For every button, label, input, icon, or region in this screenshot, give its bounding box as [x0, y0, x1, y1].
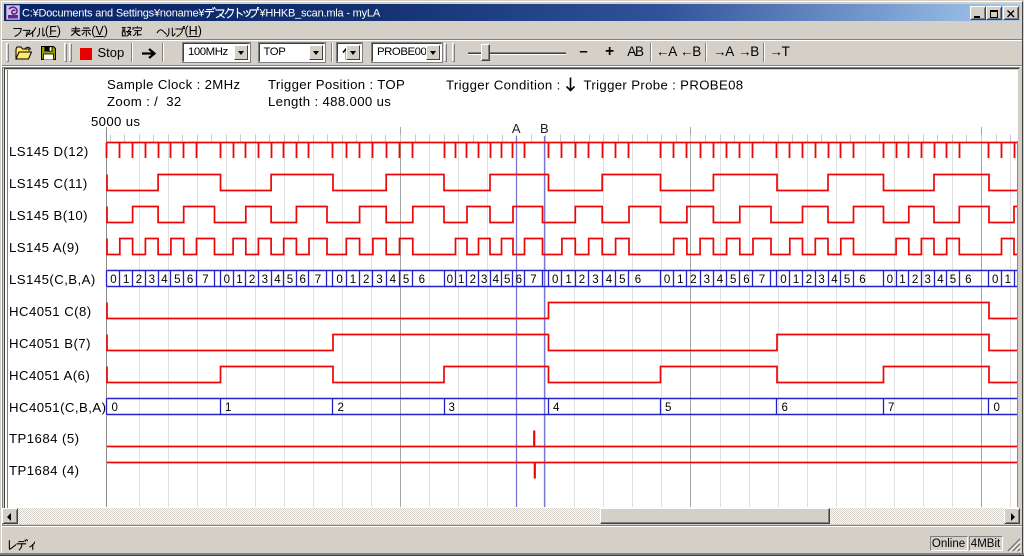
svg-text:0: 0	[992, 274, 998, 286]
svg-text:2: 2	[690, 274, 696, 286]
svg-text:0: 0	[112, 402, 118, 414]
svg-text:3: 3	[704, 274, 710, 286]
svg-text:1: 1	[565, 274, 571, 286]
svg-text:4: 4	[606, 274, 613, 286]
svg-text:2: 2	[249, 274, 255, 286]
svg-text:2: 2	[912, 274, 918, 286]
svg-text:1: 1	[793, 274, 799, 286]
svg-text:6: 6	[635, 274, 641, 286]
svg-text:5: 5	[619, 274, 625, 286]
svg-text:4: 4	[274, 274, 281, 286]
svg-text:2: 2	[136, 274, 142, 286]
svg-text:5: 5	[287, 274, 293, 286]
svg-text:0: 0	[224, 274, 230, 286]
svg-text:4: 4	[553, 402, 560, 414]
svg-text:0: 0	[994, 402, 1000, 414]
svg-text:A: A	[512, 121, 521, 136]
svg-text:1: 1	[236, 274, 242, 286]
svg-text:2: 2	[470, 274, 476, 286]
svg-text:5: 5	[665, 402, 671, 414]
svg-text:1: 1	[458, 274, 464, 286]
svg-text:4: 4	[937, 274, 944, 286]
svg-text:B: B	[540, 121, 549, 136]
svg-text:0: 0	[447, 274, 453, 286]
svg-text:3: 3	[262, 274, 268, 286]
svg-text:1: 1	[899, 274, 905, 286]
svg-text:4: 4	[831, 274, 838, 286]
svg-text:6: 6	[743, 274, 749, 286]
svg-text:2: 2	[806, 274, 812, 286]
svg-text:1: 1	[1005, 274, 1011, 286]
svg-text:7: 7	[759, 274, 765, 286]
svg-text:3: 3	[818, 274, 824, 286]
svg-text:6: 6	[965, 274, 971, 286]
svg-text:6: 6	[187, 274, 193, 286]
svg-text:6: 6	[299, 274, 305, 286]
svg-text:7: 7	[202, 274, 208, 286]
svg-text:3: 3	[376, 274, 382, 286]
svg-text:5: 5	[403, 274, 409, 286]
svg-text:7: 7	[888, 402, 894, 414]
svg-text:0: 0	[780, 274, 786, 286]
svg-text:6: 6	[419, 274, 425, 286]
svg-text:5: 5	[504, 274, 510, 286]
svg-text:3: 3	[924, 274, 930, 286]
svg-text:0: 0	[110, 274, 116, 286]
svg-text:2: 2	[338, 402, 344, 414]
svg-text:0: 0	[664, 274, 670, 286]
svg-text:5: 5	[844, 274, 850, 286]
svg-text:5: 5	[730, 274, 736, 286]
svg-text:4: 4	[717, 274, 724, 286]
svg-text:0: 0	[887, 274, 893, 286]
svg-text:4: 4	[493, 274, 500, 286]
svg-text:0: 0	[336, 274, 342, 286]
svg-text:5: 5	[174, 274, 180, 286]
svg-text:1: 1	[123, 274, 129, 286]
svg-text:6: 6	[782, 402, 788, 414]
svg-text:7: 7	[315, 274, 321, 286]
svg-text:0: 0	[552, 274, 558, 286]
svg-text:6: 6	[516, 274, 522, 286]
svg-text:1: 1	[225, 402, 231, 414]
svg-text:4: 4	[161, 274, 168, 286]
svg-text:1: 1	[350, 274, 356, 286]
svg-text:5: 5	[950, 274, 956, 286]
svg-text:3: 3	[449, 402, 455, 414]
svg-text:2: 2	[579, 274, 585, 286]
svg-text:6: 6	[859, 274, 865, 286]
svg-text:7: 7	[530, 274, 536, 286]
svg-text:3: 3	[592, 274, 598, 286]
svg-text:1: 1	[677, 274, 683, 286]
svg-text:3: 3	[149, 274, 155, 286]
svg-text:3: 3	[481, 274, 487, 286]
svg-text:4: 4	[390, 274, 397, 286]
svg-text:2: 2	[363, 274, 369, 286]
